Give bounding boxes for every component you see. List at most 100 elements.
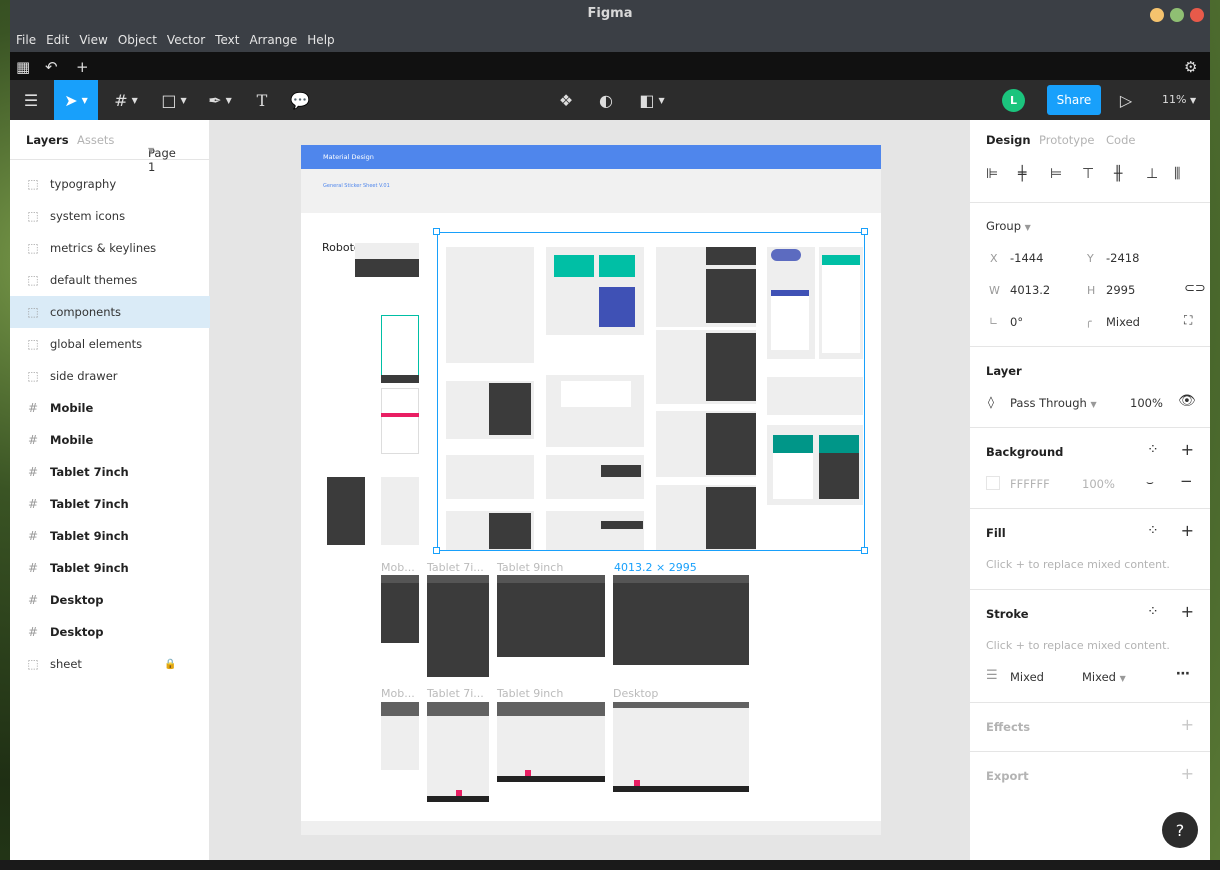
menu-file[interactable]: File [16,33,36,47]
frame-tablet9-light[interactable] [497,702,605,782]
menu-help[interactable]: Help [307,33,334,47]
contrast-icon[interactable]: ◐ [594,80,618,120]
canvas[interactable]: Material Design General Sticker Sheet V.… [211,120,969,860]
layer-item[interactable]: # Tablet 9inch [10,520,210,552]
plus-icon[interactable]: + [76,58,89,76]
zoom-level[interactable]: 11% ▼ [1162,93,1196,106]
frame-label-mobile-2[interactable]: Mob... [381,687,415,700]
styles-icon[interactable]: ⁘ [1147,523,1159,539]
add-fill-icon[interactable]: + [1181,521,1194,540]
menu-view[interactable]: View [79,33,107,47]
tab-code[interactable]: Code [1106,133,1135,147]
align-middle-v-icon[interactable]: ╫ [1114,166,1122,182]
layer-item[interactable]: ⬚ typography [10,168,210,200]
layer-item[interactable]: # Tablet 7inch [10,456,210,488]
gear-icon[interactable]: ⚙ [1184,58,1197,76]
move-tool-button[interactable]: ➤ ▼ [54,80,98,120]
layer-item[interactable]: ⬚ side drawer [10,360,210,392]
tab-layers[interactable]: Layers [26,133,69,147]
stroke-position-selector[interactable]: Mixed ▼ [1082,670,1126,684]
layer-opacity-field[interactable]: 100% [1130,396,1163,410]
frame-tool-button[interactable]: # ▼ [108,80,144,120]
maximize-button[interactable] [1170,8,1184,22]
boolean-ops-button[interactable]: ◧ ▼ [634,80,670,120]
layer-item[interactable]: # Desktop [10,616,210,648]
resize-handle-bottom-left[interactable] [433,547,440,554]
remove-background-icon[interactable]: − [1180,472,1193,490]
menu-vector[interactable]: Vector [167,33,205,47]
layer-item[interactable]: # Mobile [10,424,210,456]
text-tool-button[interactable]: T [250,80,274,120]
width-field[interactable]: 4013.2 [1010,283,1050,297]
styles-icon[interactable]: ⁘ [1147,442,1159,458]
lock-icon[interactable]: 🔒 [164,659,176,670]
play-icon[interactable]: ▷ [1116,80,1136,120]
group-type-selector[interactable]: Group ▼ [986,219,1031,233]
frame-tablet9-dark[interactable] [497,575,605,657]
menu-arrange[interactable]: Arrange [249,33,297,47]
distribute-icon[interactable]: ⫼ [1174,166,1180,182]
height-field[interactable]: 2995 [1106,283,1135,297]
minimize-button[interactable] [1150,8,1164,22]
menu-object[interactable]: Object [118,33,157,47]
blend-mode-selector[interactable]: Pass Through ▼ [1010,396,1097,410]
frame-desktop-light[interactable] [613,702,749,792]
stroke-weight-field[interactable]: Mixed [1010,670,1044,684]
tab-design[interactable]: Design [986,133,1031,147]
resize-handle-bottom-right[interactable] [861,547,868,554]
layer-item[interactable]: ⬚ global elements [10,328,210,360]
corner-radius-field[interactable]: Mixed [1106,315,1140,329]
layer-item[interactable]: # Tablet 7inch [10,488,210,520]
frame-label-tablet9-2[interactable]: Tablet 9inch [497,687,563,700]
layer-item[interactable]: ⬚ system icons [10,200,210,232]
layer-item[interactable]: # Desktop [10,584,210,616]
add-stroke-icon[interactable]: + [1181,602,1194,621]
y-field[interactable]: -2418 [1106,251,1139,265]
background-opacity-field[interactable]: 100% [1082,477,1115,491]
component-icon[interactable]: ❖ [554,80,578,120]
x-field[interactable]: -1444 [1010,251,1043,265]
tab-prototype[interactable]: Prototype [1039,133,1094,147]
tab-assets[interactable]: Assets [77,133,114,147]
frame-label-mobile[interactable]: Mob... [381,561,415,574]
resize-handle-top-right[interactable] [861,228,868,235]
frame-label-tablet9[interactable]: Tablet 9inch [497,561,563,574]
add-export-icon[interactable]: + [1181,764,1194,783]
eye-icon[interactable]: 👁 [1178,393,1196,409]
hamburger-menu-icon[interactable]: ☰ [16,80,46,120]
layer-item[interactable]: ⬚ default themes [10,264,210,296]
frame-tablet7-dark[interactable] [427,575,489,677]
frame-mobile-dark[interactable] [381,575,419,643]
frame-desktop-dark[interactable] [613,575,749,665]
layer-item[interactable]: ⬚ components [10,296,210,328]
selection-box[interactable] [437,232,865,551]
frame-label-desktop-2[interactable]: Desktop [613,687,658,700]
background-swatch[interactable] [986,476,1000,490]
more-options-icon[interactable]: ⋯ [1176,666,1190,682]
align-left-icon[interactable]: ⊫ [986,166,998,182]
resize-handle-top-left[interactable] [433,228,440,235]
background-color-field[interactable]: FFFFFF [1010,477,1050,491]
menu-edit[interactable]: Edit [46,33,69,47]
add-background-icon[interactable]: + [1181,440,1194,459]
independent-corners-icon[interactable]: ⛶ [1184,313,1192,328]
frame-label-tablet7[interactable]: Tablet 7i... [427,561,484,574]
layer-item[interactable]: ⬚ metrics & keylines [10,232,210,264]
align-right-icon[interactable]: ⊨ [1050,166,1062,182]
constrain-proportions-icon[interactable]: ⊂⊃ [1184,281,1206,296]
comment-icon[interactable]: 💬 [288,80,312,120]
user-avatar[interactable]: L [1002,89,1025,112]
share-button[interactable]: Share [1047,85,1101,115]
add-effect-icon[interactable]: + [1181,715,1194,734]
pen-tool-button[interactable]: ✒ ▼ [202,80,238,120]
frame-tablet7-light[interactable] [427,702,489,802]
hidden-eye-icon[interactable]: ⌣ [1146,475,1154,490]
layer-item[interactable]: ⬚ sheet 🔒 [10,648,210,680]
sticker-sheet[interactable]: Material Design General Sticker Sheet V.… [301,145,881,835]
layer-item[interactable]: # Mobile [10,392,210,424]
align-top-icon[interactable]: ⊤ [1082,166,1094,182]
frame-label-tablet7-2[interactable]: Tablet 7i... [427,687,484,700]
help-button[interactable]: ? [1162,812,1198,848]
rotation-field[interactable]: 0° [1010,315,1023,329]
align-bottom-icon[interactable]: ⊥ [1146,166,1158,182]
